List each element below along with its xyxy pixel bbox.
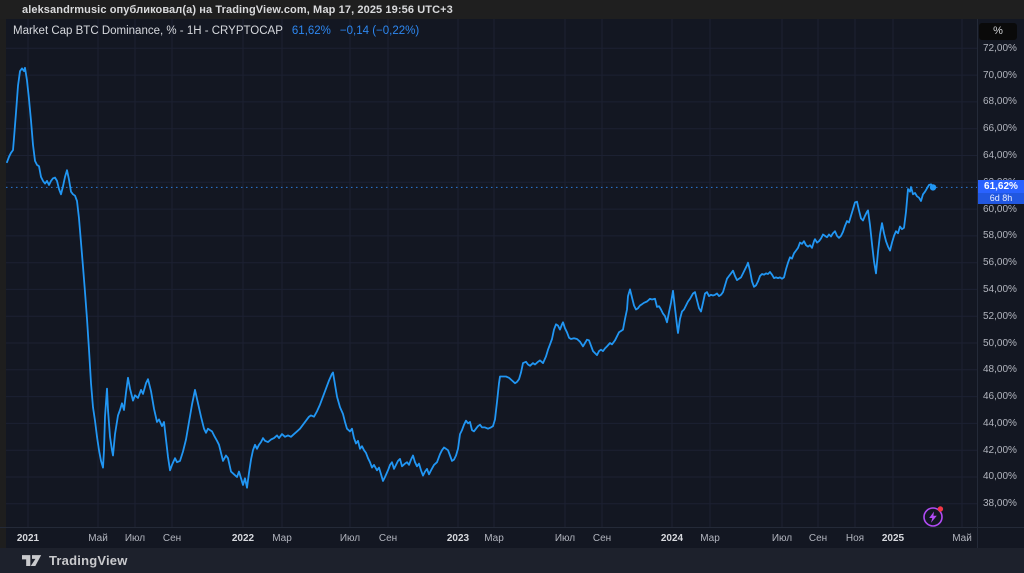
symbol-title: Market Cap BTC Dominance, % - 1H - CRYPT… [13,25,283,37]
price-tick-label: 48,00% [983,364,1017,376]
time-tick-label: Сен [808,533,828,544]
price-tick-label: 60,00% [983,203,1017,215]
price-tick-label: 42,00% [983,444,1017,456]
price-change: −0,14 (−0,22%) [339,25,420,37]
publication-text: aleksandrmusic опубликовал(а) на Trading… [22,3,453,16]
bar-countdown: 6d 8h [978,193,1024,205]
time-tick-label: Июл [771,533,793,544]
price-tick-label: 54,00% [983,283,1017,295]
price-tick-label: 64,00% [983,149,1017,161]
chart-legend: Market Cap BTC Dominance, % - 1H - CRYPT… [13,25,419,37]
tradingview-brand-link[interactable]: TradingView [22,553,128,568]
time-tick-label: Сен [162,533,182,544]
price-tick-label: 70,00% [983,69,1017,81]
boost-flash-icon [923,506,944,527]
price-tick-label: 66,00% [983,123,1017,135]
time-tick-label: Мар [272,533,292,544]
price-series-line [6,66,934,489]
tradingview-logo-icon [22,554,42,566]
footer-bar: TradingView [0,548,1024,573]
time-tick-label: Мар [484,533,504,544]
last-price-badge-value: 61,62% [978,180,1024,194]
price-tick-label: 68,00% [983,96,1017,108]
time-tick-label: 2021 [16,533,40,544]
chart-pane[interactable] [0,19,977,528]
last-price-badge: 61,62% 6d 8h [978,180,1024,205]
time-tick-label: Май [952,533,972,544]
tradingview-brand-text: TradingView [49,553,128,568]
left-gutter [0,19,6,548]
boost-button[interactable] [921,504,945,528]
price-tick-label: 40,00% [983,471,1017,483]
time-tick-label: Ноя [845,533,865,544]
price-tick-label: 50,00% [983,337,1017,349]
time-tick-label: 2025 [881,533,905,544]
price-tick-label: 44,00% [983,417,1017,429]
time-tick-label: Июл [124,533,146,544]
time-tick-label: 2024 [660,533,684,544]
time-tick-label: Июл [554,533,576,544]
time-tick-label: Май [88,533,108,544]
last-point-marker [929,184,937,191]
time-tick-label: 2022 [231,533,255,544]
price-tick-label: 56,00% [983,257,1017,269]
price-tick-label: 58,00% [983,230,1017,242]
price-tick-label: 38,00% [983,498,1017,510]
time-axis[interactable]: 2021 Май Июл Сен 2022 Мар Июл Сен 2023 Мар Июл Сен 2… [0,528,977,548]
time-tick-label: Июл [339,533,361,544]
last-price: 61,62% [291,25,331,37]
price-tick-label: 52,00% [983,310,1017,322]
time-tick-label: Сен [378,533,398,544]
price-tick-label: 72,00% [983,42,1017,54]
time-tick-label: 2023 [446,533,470,544]
tradingview-published-chart: aleksandrmusic опубликовал(а) на Trading… [0,0,1024,573]
price-unit-button[interactable]: % [979,23,1017,40]
price-tick-label: 46,00% [983,391,1017,403]
publication-bar: aleksandrmusic опубликовал(а) на Trading… [0,0,1024,19]
time-tick-label: Сен [592,533,612,544]
time-tick-label: Мар [700,533,720,544]
